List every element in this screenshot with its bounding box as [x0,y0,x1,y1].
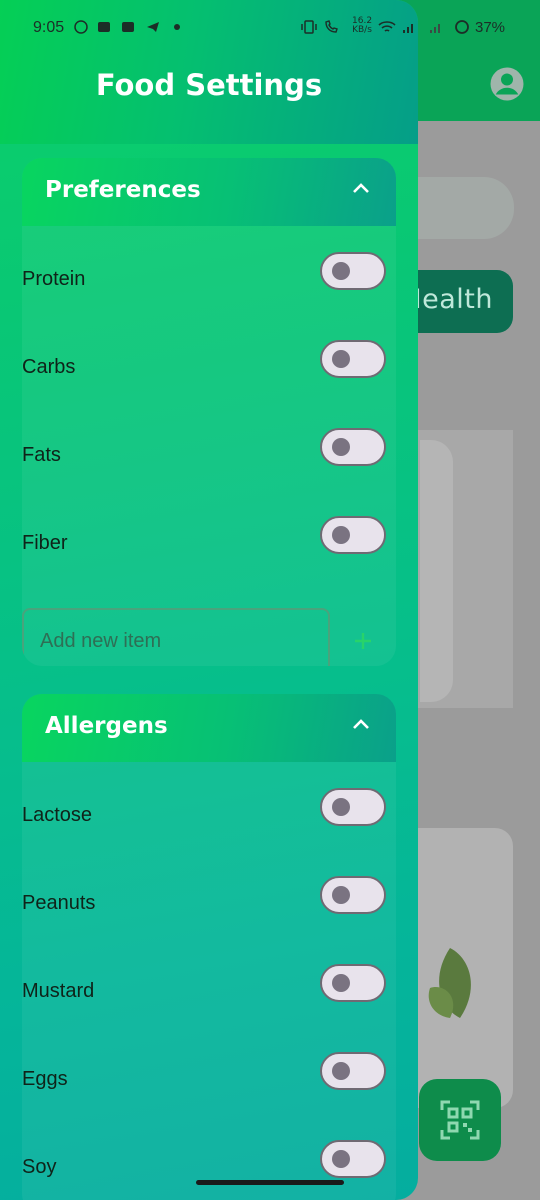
plus-icon[interactable] [352,630,374,652]
preference-row-fiber: Fiber [22,512,396,600]
allergen-row-eggs: Eggs [22,1048,396,1136]
allergen-label: Lactose [22,804,93,826]
soy-toggle[interactable] [320,1140,386,1178]
peanuts-toggle[interactable] [320,876,386,914]
preferences-header[interactable]: Preferences [22,158,396,226]
preference-label: Protein [22,268,86,290]
preferences-title: Preferences [45,177,201,203]
food-card-image [420,440,453,702]
fiber-toggle[interactable] [320,516,386,554]
toggle-knob [332,526,350,544]
allergens-title: Allergens [45,713,168,739]
signal-icon [430,24,440,33]
allergen-row-soy: Soy [22,1136,396,1200]
more-notifications-dot-icon [174,24,180,30]
allergen-row-lactose: Lactose [22,784,396,872]
allergens-header[interactable]: Allergens [22,694,396,762]
mustard-toggle[interactable] [320,964,386,1002]
add-item-input[interactable] [22,608,330,666]
fats-toggle[interactable] [320,428,386,466]
wifi-calling-icon [325,20,338,33]
eggs-toggle[interactable] [320,1052,386,1090]
chevron-up-icon[interactable] [352,718,370,730]
status-bar: 9:05 16.2 KB/s 37% [0,0,540,56]
leaf-image [428,948,471,1018]
toggle-knob [332,1062,350,1080]
notification-app-icon [122,22,134,32]
qr-code-scan-icon [440,1100,480,1140]
battery-percentage: 37% [475,19,506,36]
toggle-knob [332,350,350,368]
food-settings-drawer: Food Settings Preferences Protein Carbs … [0,0,418,1200]
account-circle-icon[interactable] [489,66,525,102]
drawer-title: Food Settings [95,68,323,102]
toggle-knob [332,798,350,816]
network-speed-unit: KB/s [352,25,372,35]
toggle-knob [332,974,350,992]
signal-icon [403,24,413,33]
allergen-label: Mustard [22,980,95,1002]
preferences-panel: Preferences Protein Carbs Fats Fiber [22,158,396,666]
allergen-label: Peanuts [22,892,96,914]
toggle-knob [332,262,350,280]
preference-label: Fats [22,444,61,466]
allergen-label: Soy [22,1156,57,1178]
battery-saver-icon [455,20,469,34]
vibrate-icon [301,20,317,34]
allergens-panel: Allergens Lactose Peanuts Mustard Eggs S… [22,694,396,1200]
toggle-knob [332,1150,350,1168]
lactose-toggle[interactable] [320,788,386,826]
toggle-knob [332,886,350,904]
home-indicator[interactable] [196,1180,344,1185]
preference-row-fats: Fats [22,424,396,512]
preference-row-carbs: Carbs [22,336,396,424]
allergen-label: Eggs [22,1068,68,1090]
notification-app-icon [98,22,110,32]
protein-toggle[interactable] [320,252,386,290]
carbs-toggle[interactable] [320,340,386,378]
whatsapp-icon [74,20,88,34]
wifi-icon [378,21,396,32]
telegram-icon [147,22,159,32]
network-speed: 16.2 KB/s [352,17,372,35]
preference-row-protein: Protein [22,248,396,336]
status-time: 9:05 [33,19,65,36]
preference-label: Fiber [22,532,68,554]
chevron-up-icon[interactable] [352,182,370,194]
allergen-row-peanuts: Peanuts [22,872,396,960]
allergen-row-mustard: Mustard [22,960,396,1048]
add-item-row [22,600,396,666]
toggle-knob [332,438,350,456]
preference-label: Carbs [22,356,76,378]
scan-fab[interactable] [419,1079,501,1161]
